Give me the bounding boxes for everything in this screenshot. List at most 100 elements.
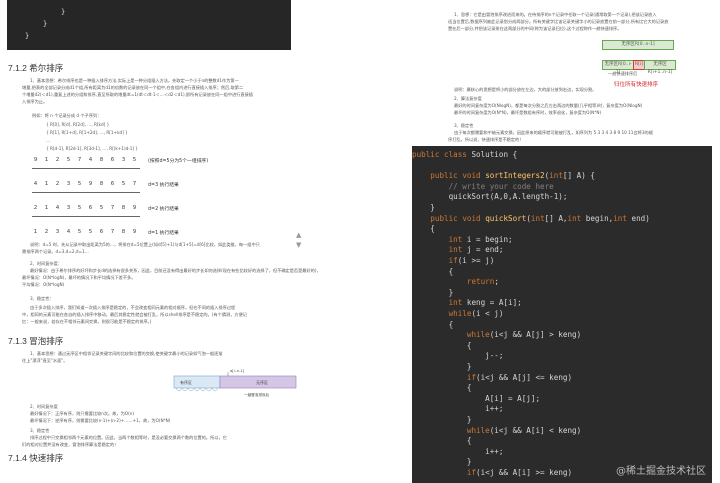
sequence-cell: 5	[121, 181, 126, 187]
figure-caption: 一趟快速排序后	[608, 71, 638, 76]
sequence-row: 2143565789	[30, 205, 140, 211]
code-line: }	[412, 457, 472, 467]
bubble-sort-figure: 有序区 无序区 a[i..n-1] 一趟冒泡排序后	[173, 369, 297, 397]
step-note: d=2 执行结果	[148, 207, 179, 212]
paragraph-line: 入排序为止。	[22, 99, 48, 104]
paragraph-line: 最坏的时间复杂度为O(N*N)，最坏是数组有序时，效率退化，复杂度为O(N*N)	[454, 110, 602, 115]
section-heading-quick-sort: 7.1.4 快速排序	[8, 453, 64, 463]
paragraph-line: 平均情况：O(N*logN)	[22, 282, 65, 287]
sequence-cell: 8	[99, 181, 104, 187]
sequence-cell: 5	[88, 229, 93, 235]
sequence-cell: 3	[66, 181, 71, 187]
sequence-cell: 3	[121, 157, 126, 163]
code-line: int keng = A[i];	[448, 298, 522, 308]
code-line: }	[412, 415, 472, 424]
paragraph-line: 个增量d2(＜d1),重复上述的分组和排序,直至所取的增量dt=1(dt＜dt-…	[22, 92, 253, 97]
example-row: { R[d-1], R[2d-1], R[3d-1], …, R[(k+1)d-…	[46, 146, 139, 151]
sequence-cell: 6	[99, 229, 104, 235]
sequence-row: 9125748635	[30, 157, 140, 163]
code-line: public void sortIntegers2(int[] A) {	[430, 171, 595, 181]
sequence-cell: 1	[44, 181, 49, 187]
paragraph-line: 1、基本思想：希尔排序也是一种插入排序方法,实际上是一种分组插入方法。先取定一个…	[30, 78, 239, 83]
left-column: } } } 7.1.2 希尔排序 1、基本思想：希尔排序也是一种插入排序方法,实…	[0, 0, 362, 483]
code-line: if(i<j && A[j] <= keng)	[466, 372, 573, 382]
sequence-cell: 3	[66, 205, 71, 211]
scroll-down-icon[interactable]: ▼	[296, 242, 302, 249]
figure-label: 一趟冒泡排序后	[244, 392, 270, 397]
code-line: {	[412, 266, 454, 276]
sequence-cell: 5	[77, 205, 82, 211]
sequence-cell: 9	[132, 229, 137, 235]
sequence-cell: 7	[132, 181, 137, 187]
figure-box: 无序区R[0..n-1]	[602, 40, 674, 50]
sequence-cell: 1	[44, 205, 49, 211]
sequence-cell: 4	[66, 229, 71, 235]
sequence-cell: 2	[55, 181, 60, 187]
code-line: }	[412, 203, 435, 212]
figure-label: 无序区	[256, 379, 268, 385]
sequence-cell: 9	[132, 205, 137, 211]
paragraph-line: 1、思想：它是由冒泡排序改进而来的。在待排序的n个记录中任取一个记录(通常取第一…	[454, 12, 657, 17]
code-line: // write your code here	[412, 181, 554, 191]
code-brace: }	[25, 32, 30, 40]
figure-box: 无序区R[i+1..n-1]	[644, 60, 676, 75]
paragraph-line: 中，相同的元素可能在各自的插入排序中移动，最后其稳定性就会被打乱，所以shell…	[22, 312, 247, 317]
sequence-cell: 5	[77, 181, 82, 187]
paragraph-line: 需排序两个记录。d=3,d=2,d=1…	[22, 249, 89, 254]
watermark: @稀土掘金技术社区	[616, 466, 706, 477]
document-page: } } } 7.1.2 希尔排序 1、基本思想：希尔排序也是一种插入排序方法,实…	[0, 0, 720, 483]
paragraph-line: 1、基本思想：通过无序区中相邻记录关键字间的比较和位置的交换,使关键字最小的记录…	[30, 351, 223, 356]
code-brace: }	[61, 8, 66, 16]
code-line: A[i] = A[j];	[412, 393, 541, 403]
paragraph-line: 排序过程中只交换相邻两个元素的位置。因此，当两个数相等时，是没必要交换两个数的位…	[30, 435, 227, 440]
sequence-cell: 8	[121, 205, 126, 211]
code-line: {	[412, 383, 472, 393]
code-line: {	[412, 436, 472, 446]
right-column: 1、思想：它是由冒泡排序改进而来的。在待排序的n个记录中任取一个记录(通常取第一…	[362, 0, 720, 483]
paragraph-line: 们的相对位置并没有改变，冒泡排序算法是稳定的！	[22, 442, 119, 447]
sequence-cell: 5	[132, 157, 137, 163]
top-code-snippet: } } }	[7, 0, 291, 50]
section-heading-bubble-sort: 7.1.3 冒泡排序	[8, 336, 64, 346]
sequence-row: 1234556789	[30, 229, 140, 235]
sequence-cell: 9	[88, 181, 93, 187]
example-row: { R[1], R[1+d], R[1+2d], …, R[1+kd] }	[46, 130, 128, 135]
sequence-cell: 6	[110, 157, 115, 163]
sequence-cell: 7	[110, 229, 115, 235]
sequence-cell: 6	[88, 205, 93, 211]
paragraph-line: 往上"漂浮"直至"水面"。	[22, 358, 68, 363]
scroll-up-icon[interactable]: ▲	[296, 232, 302, 239]
code-line: int j = end;	[448, 245, 504, 255]
code-line: while(i < j)	[448, 309, 504, 318]
figure-box: 无序区R[0..i-1]	[602, 60, 634, 75]
sequence-cell: 8	[121, 229, 126, 235]
arrow-line	[32, 192, 140, 193]
paragraph-line: 最坏情况下：逆序有序，则需要比较(n-1)+(n-2)+……+1，故，为O(N*…	[30, 418, 171, 423]
code-brace: }	[43, 20, 48, 28]
quick-sort-figure: 无序区R[0..n-1] 无序区R[0..i-1] R[i] 无序区R[i+1.…	[602, 38, 692, 90]
paragraph-line: 最好的时间复杂度为O(NlogN)，都是每次分割之后左右两边的数量(几乎相等)时…	[454, 103, 643, 108]
arrow-line	[32, 216, 140, 217]
sequence-cell: 8	[99, 157, 104, 163]
section-heading-shell-sort: 7.1.2 希尔排序	[8, 63, 64, 73]
code-line: i++;	[412, 446, 504, 456]
code-line: j--;	[412, 351, 504, 361]
paragraph-line: 适当位置后,数据序列被此记录划分成两部分。所有关键字比该记录关键字小的记录放置在…	[448, 19, 669, 24]
sequence-cell: 5	[66, 157, 71, 163]
java-code-panel: public class Solution { public void sort…	[412, 146, 712, 483]
step-note: d=3 执行结果	[148, 183, 179, 188]
sequence-cell: 4	[33, 181, 38, 187]
paragraph-line: 置在后一部分,并把该记录排在这两部分的中间(称为该记录归位),这个过程称作一趟快…	[448, 26, 622, 31]
paragraph-line: 序打乱，所以说，快速排序是不稳定的！	[448, 137, 524, 142]
code-line: while(i<j && A[i] < keng)	[466, 425, 582, 435]
paragraph-line: 最好情况下：正序有序，则只需要比较n次。故，为O(n)	[30, 411, 134, 416]
code-line: {	[412, 319, 454, 329]
paragraph-line: 说明：d=5 时，先从记录中取出距离为5的…，将排在d=5位置上(如d[5]+1…	[30, 242, 260, 247]
sequence-row: 4123598657	[30, 181, 140, 187]
arrow-line	[32, 168, 140, 169]
subsection-title: 2、时间复杂度：	[30, 261, 62, 266]
paragraph-line: 忆：一般来说，若存在不相邻元素间交换，则很可能是不稳定的排序。)	[22, 319, 152, 324]
sequence-cell: 1	[44, 157, 49, 163]
sequence-cell: 7	[110, 205, 115, 211]
code-line: int i = begin;	[448, 234, 513, 244]
